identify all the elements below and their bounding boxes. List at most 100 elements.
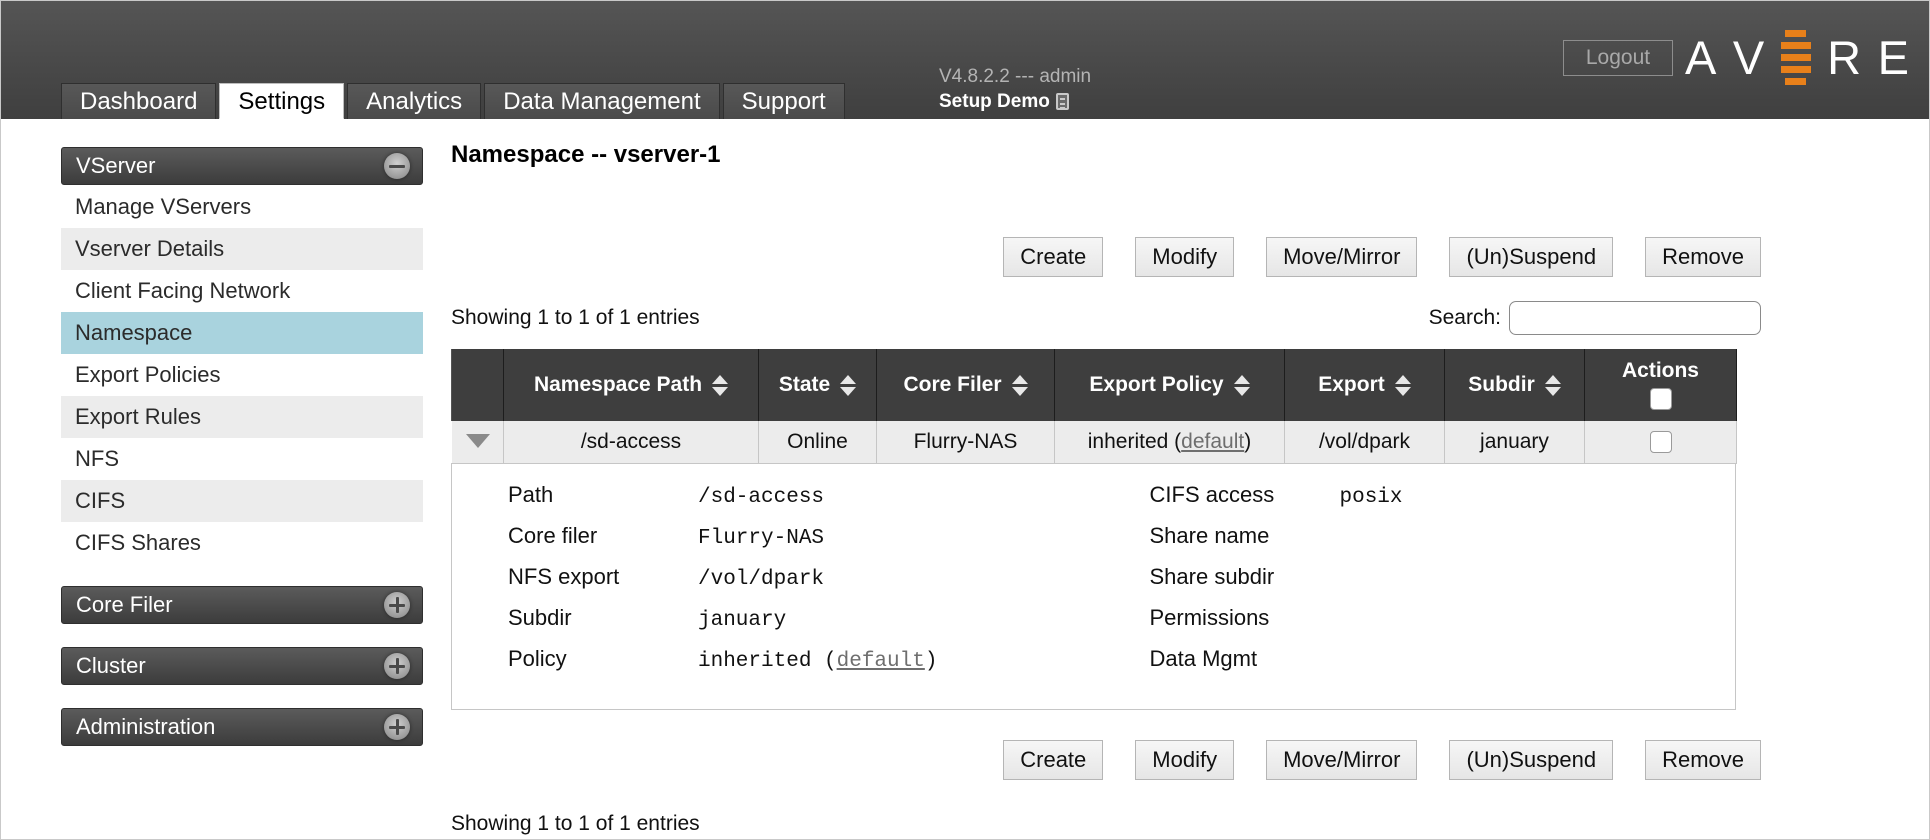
table-row: /sd-access Online Flurry-NAS inherited (def…: [451, 421, 1737, 464]
detail-row: Share subdir: [1150, 564, 1736, 605]
column-header-export-policy[interactable]: Export Policy: [1054, 349, 1285, 421]
detail-row: Permissions: [1150, 605, 1736, 646]
sort-arrows-icon[interactable]: [712, 374, 729, 396]
sidebar-section-label: VServer: [76, 153, 156, 178]
sidebar-item-manage-vservers[interactable]: Manage VServers: [61, 186, 423, 228]
top-modify-button[interactable]: Modify: [1135, 237, 1235, 277]
top-create-button[interactable]: Create: [1003, 237, 1104, 277]
detail-row: Subdir january: [508, 605, 1094, 646]
sidebar-section-administration[interactable]: Administration: [61, 708, 423, 746]
column-header-label: Namespace Path: [533, 373, 703, 396]
search-label: Search:: [1428, 306, 1501, 329]
sidebar-section-vserver[interactable]: VServer: [61, 147, 423, 185]
sidebar-item-export-policies[interactable]: Export Policies: [61, 354, 423, 396]
tab-analytics[interactable]: Analytics: [347, 83, 482, 119]
sort-arrows-icon[interactable]: [1394, 374, 1411, 396]
detail-value: january: [698, 609, 787, 632]
column-header-label: Actions: [1621, 359, 1699, 382]
detail-row: Data Mgmt: [1150, 646, 1736, 687]
expand-plus-icon[interactable]: [384, 714, 410, 740]
table-header-row: Namespace Path State Core Filer Export Poli…: [451, 349, 1737, 421]
tab-dashboard[interactable]: Dashboard: [61, 83, 217, 119]
top-move-mirror-button[interactable]: Move/Mirror: [1266, 237, 1418, 277]
column-header-state[interactable]: State: [758, 349, 877, 421]
column-header-namespace-path[interactable]: Namespace Path: [503, 349, 759, 421]
tab-settings[interactable]: Settings: [219, 83, 345, 119]
action-button-row-bottom: Create Modify Move/Mirror (Un)Suspend Remove: [451, 740, 1871, 780]
column-header-label: Core Filer: [903, 373, 1002, 396]
cell-state: Online: [758, 421, 877, 464]
expand-plus-icon[interactable]: [384, 653, 410, 679]
detail-value-suffix: ): [924, 650, 938, 673]
detail-row: CIFS access posix: [1150, 482, 1736, 523]
column-header-actions: Actions: [1584, 349, 1737, 421]
row-expand-toggle[interactable]: [451, 421, 504, 464]
export-policy-link[interactable]: default: [1181, 430, 1244, 453]
column-header-subdir[interactable]: Subdir: [1444, 349, 1585, 421]
search-input[interactable]: [1509, 301, 1761, 335]
detail-label: CIFS access: [1149, 482, 1275, 507]
sidebar-item-nfs[interactable]: NFS: [61, 438, 423, 480]
sidebar-section-label: Core Filer: [76, 592, 173, 617]
top--un-suspend-button[interactable]: (Un)Suspend: [1449, 237, 1614, 277]
bottom-remove-button[interactable]: Remove: [1645, 740, 1761, 780]
collapse-minus-icon[interactable]: [384, 153, 410, 179]
action-button-row-top: Create Modify Move/Mirror (Un)Suspend Remove: [451, 237, 1871, 277]
detail-value-link[interactable]: default: [837, 650, 925, 673]
column-header-export[interactable]: Export: [1284, 349, 1445, 421]
cell-subdir: january: [1444, 421, 1585, 464]
detail-label: Share subdir: [1149, 564, 1275, 589]
expand-plus-icon[interactable]: [384, 592, 410, 618]
cell-namespace-path: /sd-access: [503, 421, 759, 464]
sidebar-item-client-facing-network[interactable]: Client Facing Network: [61, 270, 423, 312]
detail-row: NFS export/vol/dpark: [508, 564, 1094, 605]
detail-row: Core filer Flurry-NAS: [508, 523, 1094, 564]
detail-value-prefix: inherited (: [698, 650, 837, 673]
column-header-core-filer[interactable]: Core Filer: [876, 349, 1055, 421]
main-tab-bar: Dashboard Settings Analytics Data Managemen…: [1, 83, 1929, 119]
table-body: /sd-access Online Flurry-NAS inherited (def…: [451, 421, 1737, 464]
tab-support[interactable]: Support: [722, 83, 845, 119]
main-content: Namespace -- vserver-1 Create Modify Move/…: [451, 141, 1871, 836]
namespace-table: Namespace Path State Core Filer Export Poli…: [451, 349, 1737, 464]
row-select-checkbox[interactable]: [1649, 431, 1672, 454]
sidebar-item-export-rules[interactable]: Export Rules: [61, 396, 423, 438]
top-remove-button[interactable]: Remove: [1645, 237, 1761, 277]
sidebar-item-cifs-shares[interactable]: CIFS Shares: [61, 522, 423, 564]
column-header-label: Export Policy: [1089, 373, 1224, 396]
sort-arrows-icon[interactable]: [1544, 374, 1561, 396]
chevron-down-icon[interactable]: [465, 434, 490, 448]
tab-data-management[interactable]: Data Management: [484, 83, 720, 119]
column-header-expand: [451, 349, 504, 421]
detail-column-right: CIFS access posix Share name Share subdir Pe…: [1094, 482, 1736, 687]
entries-count-top: Showing 1 to 1 of 1 entries: [451, 306, 700, 329]
table-info-row: Showing 1 to 1 of 1 entries Search:: [451, 301, 1871, 335]
search-box: Search:: [1429, 301, 1761, 335]
detail-label: Permissions: [1149, 605, 1270, 630]
logo-letter-r: R: [1827, 30, 1862, 84]
column-header-label: Export: [1318, 373, 1385, 396]
detail-row: Share name: [1150, 523, 1736, 564]
sort-arrows-icon[interactable]: [1233, 374, 1250, 396]
sidebar-item-vserver-details[interactable]: Vserver Details: [61, 228, 423, 270]
sort-arrows-icon[interactable]: [1011, 374, 1028, 396]
detail-value: Flurry-NAS: [698, 527, 825, 550]
logo-letter-a: A: [1685, 30, 1717, 84]
bottom--un-suspend-button[interactable]: (Un)Suspend: [1449, 740, 1614, 780]
bottom-move-mirror-button[interactable]: Move/Mirror: [1266, 740, 1418, 780]
select-all-checkbox[interactable]: [1649, 388, 1672, 411]
application-window: Logout A V R E V4.8.2.2 --- admin Setup …: [0, 0, 1930, 840]
bottom-create-button[interactable]: Create: [1003, 740, 1104, 780]
sidebar-section-cluster[interactable]: Cluster: [61, 647, 423, 685]
sidebar-item-cifs[interactable]: CIFS: [61, 480, 423, 522]
cell-core-filer: Flurry-NAS: [876, 421, 1055, 464]
sidebar-item-namespace[interactable]: Namespace: [61, 312, 423, 354]
detail-label: Path: [508, 482, 554, 507]
logout-button[interactable]: Logout: [1563, 40, 1673, 76]
bottom-modify-button[interactable]: Modify: [1135, 740, 1235, 780]
sort-arrows-icon[interactable]: [840, 374, 857, 396]
logo-letter-v: V: [1732, 30, 1765, 84]
page-title: Namespace -- vserver-1: [451, 141, 721, 168]
sidebar-section-core-filer[interactable]: Core Filer: [61, 586, 423, 624]
